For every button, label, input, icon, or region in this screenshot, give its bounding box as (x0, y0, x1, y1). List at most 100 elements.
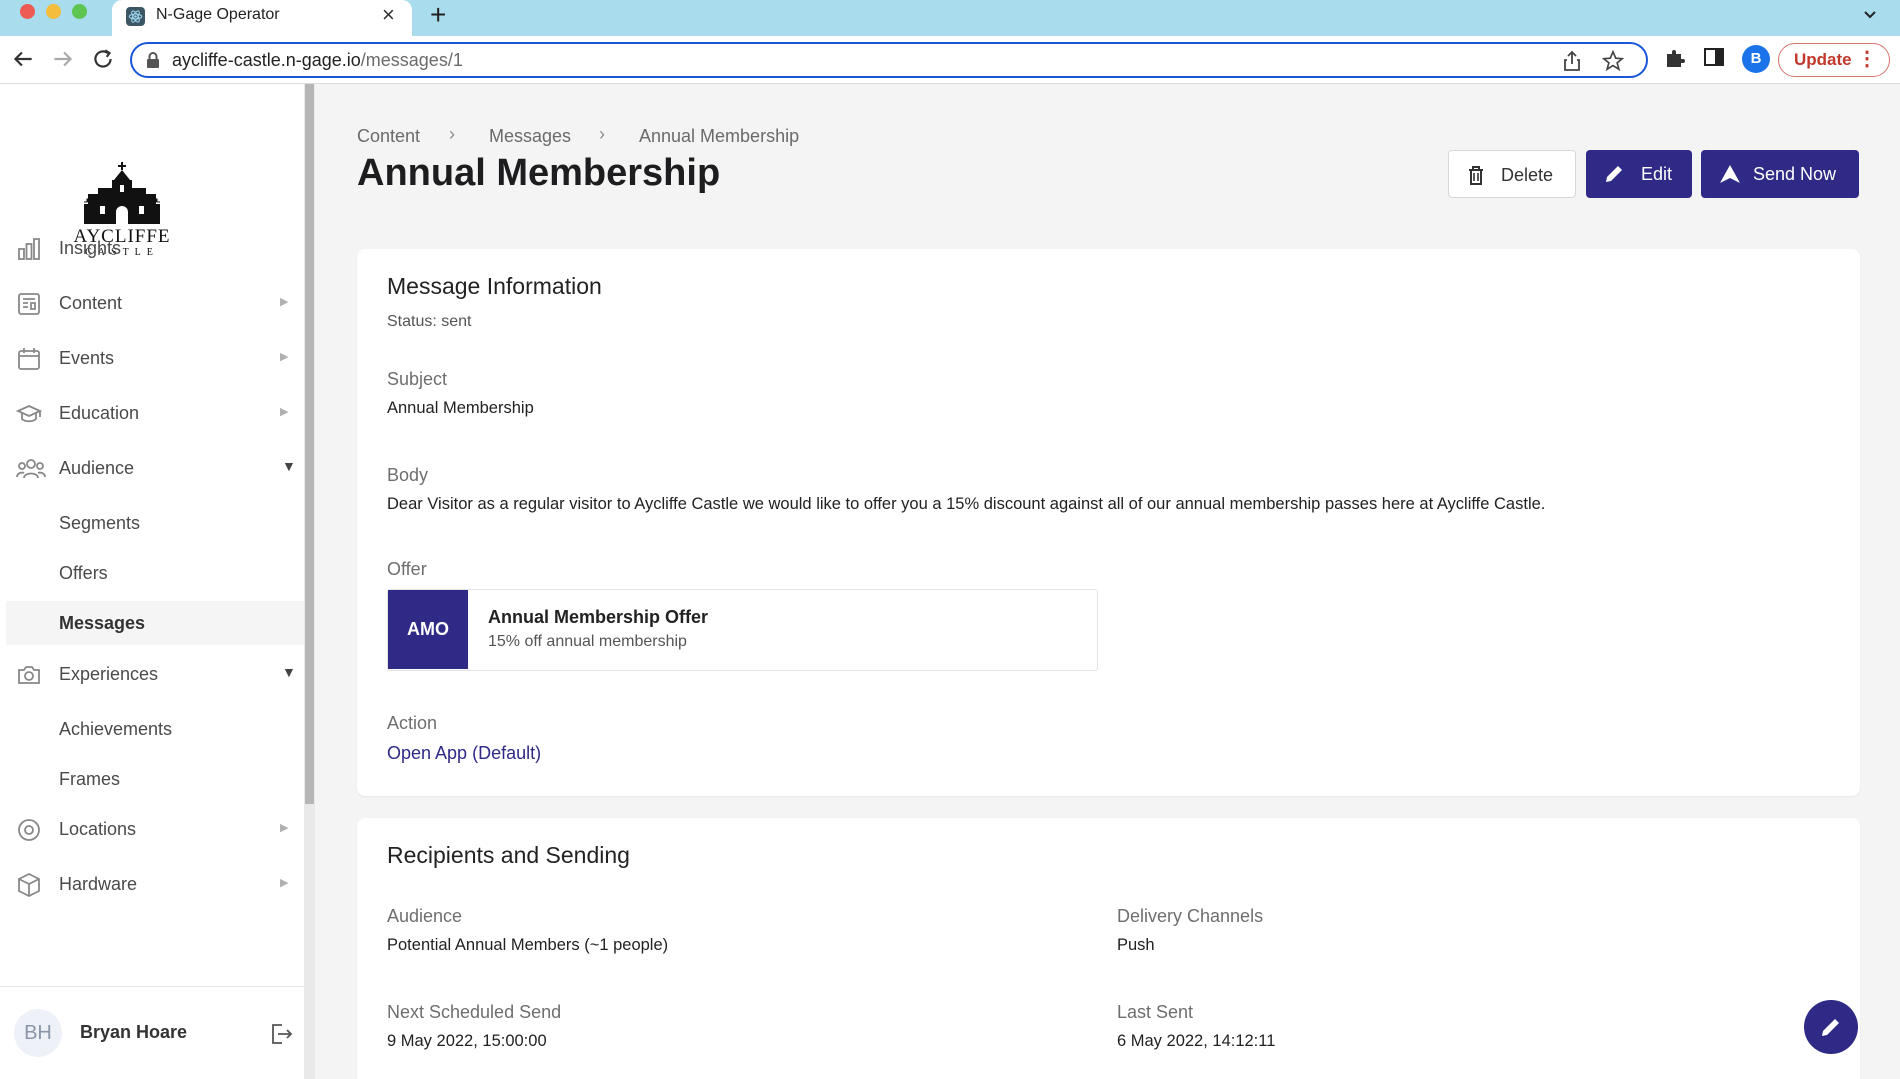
users-icon (16, 456, 46, 487)
update-button[interactable]: Update ⋮ (1778, 43, 1890, 77)
card-title: Message Information (387, 273, 602, 299)
message-information-card: Message Information Status: sent Subject… (357, 249, 1860, 796)
sidebar-subitem-achievements[interactable]: Achievements (0, 707, 304, 751)
address-bar[interactable]: aycliffe-castle.n-gage.io/messages/1 (130, 42, 1648, 78)
offer-description: 15% off annual membership (488, 633, 687, 650)
body-value: Dear Visitor as a regular visitor to Ayc… (387, 495, 1546, 513)
sidebar-item-experiences[interactable]: Experiences ▼ (0, 652, 304, 698)
sidebar-subitem-label: Segments (59, 513, 141, 533)
edit-label: Edit (1641, 164, 1673, 184)
edit-button[interactable]: Edit (1586, 150, 1692, 198)
breadcrumb-separator: › (449, 124, 455, 144)
bar-chart-icon (16, 236, 42, 267)
sidebar-item-label: Experiences (59, 664, 159, 684)
chevron-down-icon: ▼ (282, 664, 296, 680)
graduation-cap-icon (15, 401, 43, 432)
action-label: Action (387, 713, 438, 733)
browser-tab[interactable]: N-Gage Operator × (112, 0, 412, 36)
extensions-puzzle-icon[interactable] (1663, 46, 1687, 75)
offer-label: Offer (387, 559, 427, 579)
next-send-value: 9 May 2022, 15:00:00 (387, 1032, 547, 1050)
sidebar-item-locations[interactable]: Locations ▶ (0, 807, 304, 853)
offer-badge: AMO (388, 590, 468, 669)
send-now-label: Send Now (1753, 164, 1837, 184)
sidebar-subitem-label: Offers (59, 563, 108, 583)
minimize-window-button[interactable] (46, 4, 61, 19)
sidebar-subitem-segments[interactable]: Segments (0, 501, 304, 545)
avatar[interactable]: BH (14, 1009, 62, 1057)
sidebar-subitem-label: Messages (59, 613, 146, 633)
reload-icon[interactable] (90, 46, 116, 72)
subject-label: Subject (387, 369, 448, 389)
side-panel-icon[interactable] (1703, 46, 1725, 73)
sidebar-subitem-messages[interactable]: Messages (6, 601, 304, 645)
back-arrow-icon[interactable] (10, 46, 36, 72)
map-pin-icon (16, 817, 42, 848)
delete-button[interactable]: Delete (1448, 150, 1576, 198)
delivery-channels-label: Delivery Channels (1117, 906, 1264, 926)
tab-close-icon[interactable]: × (382, 3, 395, 27)
breadcrumb-current: Annual Membership (639, 126, 800, 146)
sidebar-subitem-label: Frames (59, 769, 121, 789)
sidebar-subitem-frames[interactable]: Frames (0, 757, 304, 801)
sidebar-item-label: Insights (59, 238, 122, 258)
bookmark-star-icon[interactable] (1601, 49, 1625, 77)
page-title: Annual Membership (357, 152, 721, 194)
sidebar: AYCLIFFE CASTLE Insights Content ▶ Event… (0, 84, 314, 1079)
send-now-button[interactable]: Send Now (1701, 150, 1859, 198)
sidebar-subitem-label: Achievements (59, 719, 173, 739)
chevron-right-icon: ▶ (280, 351, 289, 363)
sidebar-scrollbar-thumb[interactable] (305, 84, 314, 804)
sidebar-item-insights[interactable]: Insights (0, 226, 304, 272)
sidebar-item-hardware[interactable]: Hardware ▶ (0, 862, 304, 908)
chevron-right-icon: ▶ (280, 406, 289, 418)
profile-avatar[interactable]: B (1742, 45, 1770, 73)
react-favicon-icon (126, 7, 145, 26)
sidebar-item-label: Content (59, 293, 123, 313)
breadcrumb-messages[interactable]: Messages (489, 126, 571, 147)
chevron-down-icon: ▼ (282, 458, 296, 474)
update-label: Update (1794, 50, 1852, 69)
more-vert-icon[interactable]: ⋮ (1857, 44, 1877, 75)
delete-label: Delete (1501, 165, 1554, 185)
pencil-icon (1822, 1019, 1839, 1036)
box-icon (16, 872, 42, 903)
forward-arrow-icon[interactable] (50, 46, 76, 72)
sidebar-item-events[interactable]: Events ▶ (0, 336, 304, 382)
calendar-icon (16, 346, 42, 377)
new-tab-button[interactable]: + (430, 0, 446, 30)
offer-card[interactable]: AMO Annual Membership Offer 15% off annu… (387, 589, 1098, 671)
action-link[interactable]: Open App (Default) (387, 743, 541, 764)
browser-tabstrip: N-Gage Operator × + (0, 0, 1900, 36)
logout-icon[interactable] (268, 1021, 294, 1052)
breadcrumb-separator: › (599, 124, 605, 144)
sidebar-item-audience[interactable]: Audience ▼ (0, 446, 304, 492)
main-content: Content › Messages › Annual Membership A… (315, 84, 1900, 1079)
sidebar-item-label: Education (59, 403, 140, 423)
sidebar-item-education[interactable]: Education ▶ (0, 391, 304, 437)
offer-title: Annual Membership Offer (488, 607, 709, 627)
floating-edit-button[interactable] (1804, 1000, 1858, 1054)
recipients-card: Recipients and Sending Audience Potentia… (357, 818, 1860, 1079)
sidebar-item-content[interactable]: Content ▶ (0, 281, 304, 327)
card-title: Recipients and Sending (387, 842, 630, 868)
lock-icon[interactable] (146, 52, 160, 73)
maximize-window-button[interactable] (72, 4, 87, 19)
sidebar-item-label: Locations (59, 819, 137, 839)
send-arrow-icon (1719, 164, 1741, 189)
sidebar-subitem-offers[interactable]: Offers (0, 551, 304, 595)
subject-value: Annual Membership (387, 399, 534, 417)
body-label: Body (387, 465, 429, 485)
next-send-label: Next Scheduled Send (387, 1002, 562, 1022)
newspaper-icon (16, 291, 42, 322)
url-text: aycliffe-castle.n-gage.io/messages/1 (172, 50, 463, 70)
close-window-button[interactable] (20, 4, 35, 19)
chevron-right-icon: ▶ (280, 877, 289, 889)
browser-toolbar: aycliffe-castle.n-gage.io/messages/1 B U… (0, 36, 1900, 84)
breadcrumb-content[interactable]: Content (357, 126, 420, 147)
share-icon[interactable] (1562, 50, 1582, 77)
tab-search-chevron-icon[interactable] (1862, 6, 1878, 27)
chevron-right-icon: ▶ (280, 822, 289, 834)
trash-icon (1467, 165, 1485, 190)
camera-icon (16, 662, 42, 693)
